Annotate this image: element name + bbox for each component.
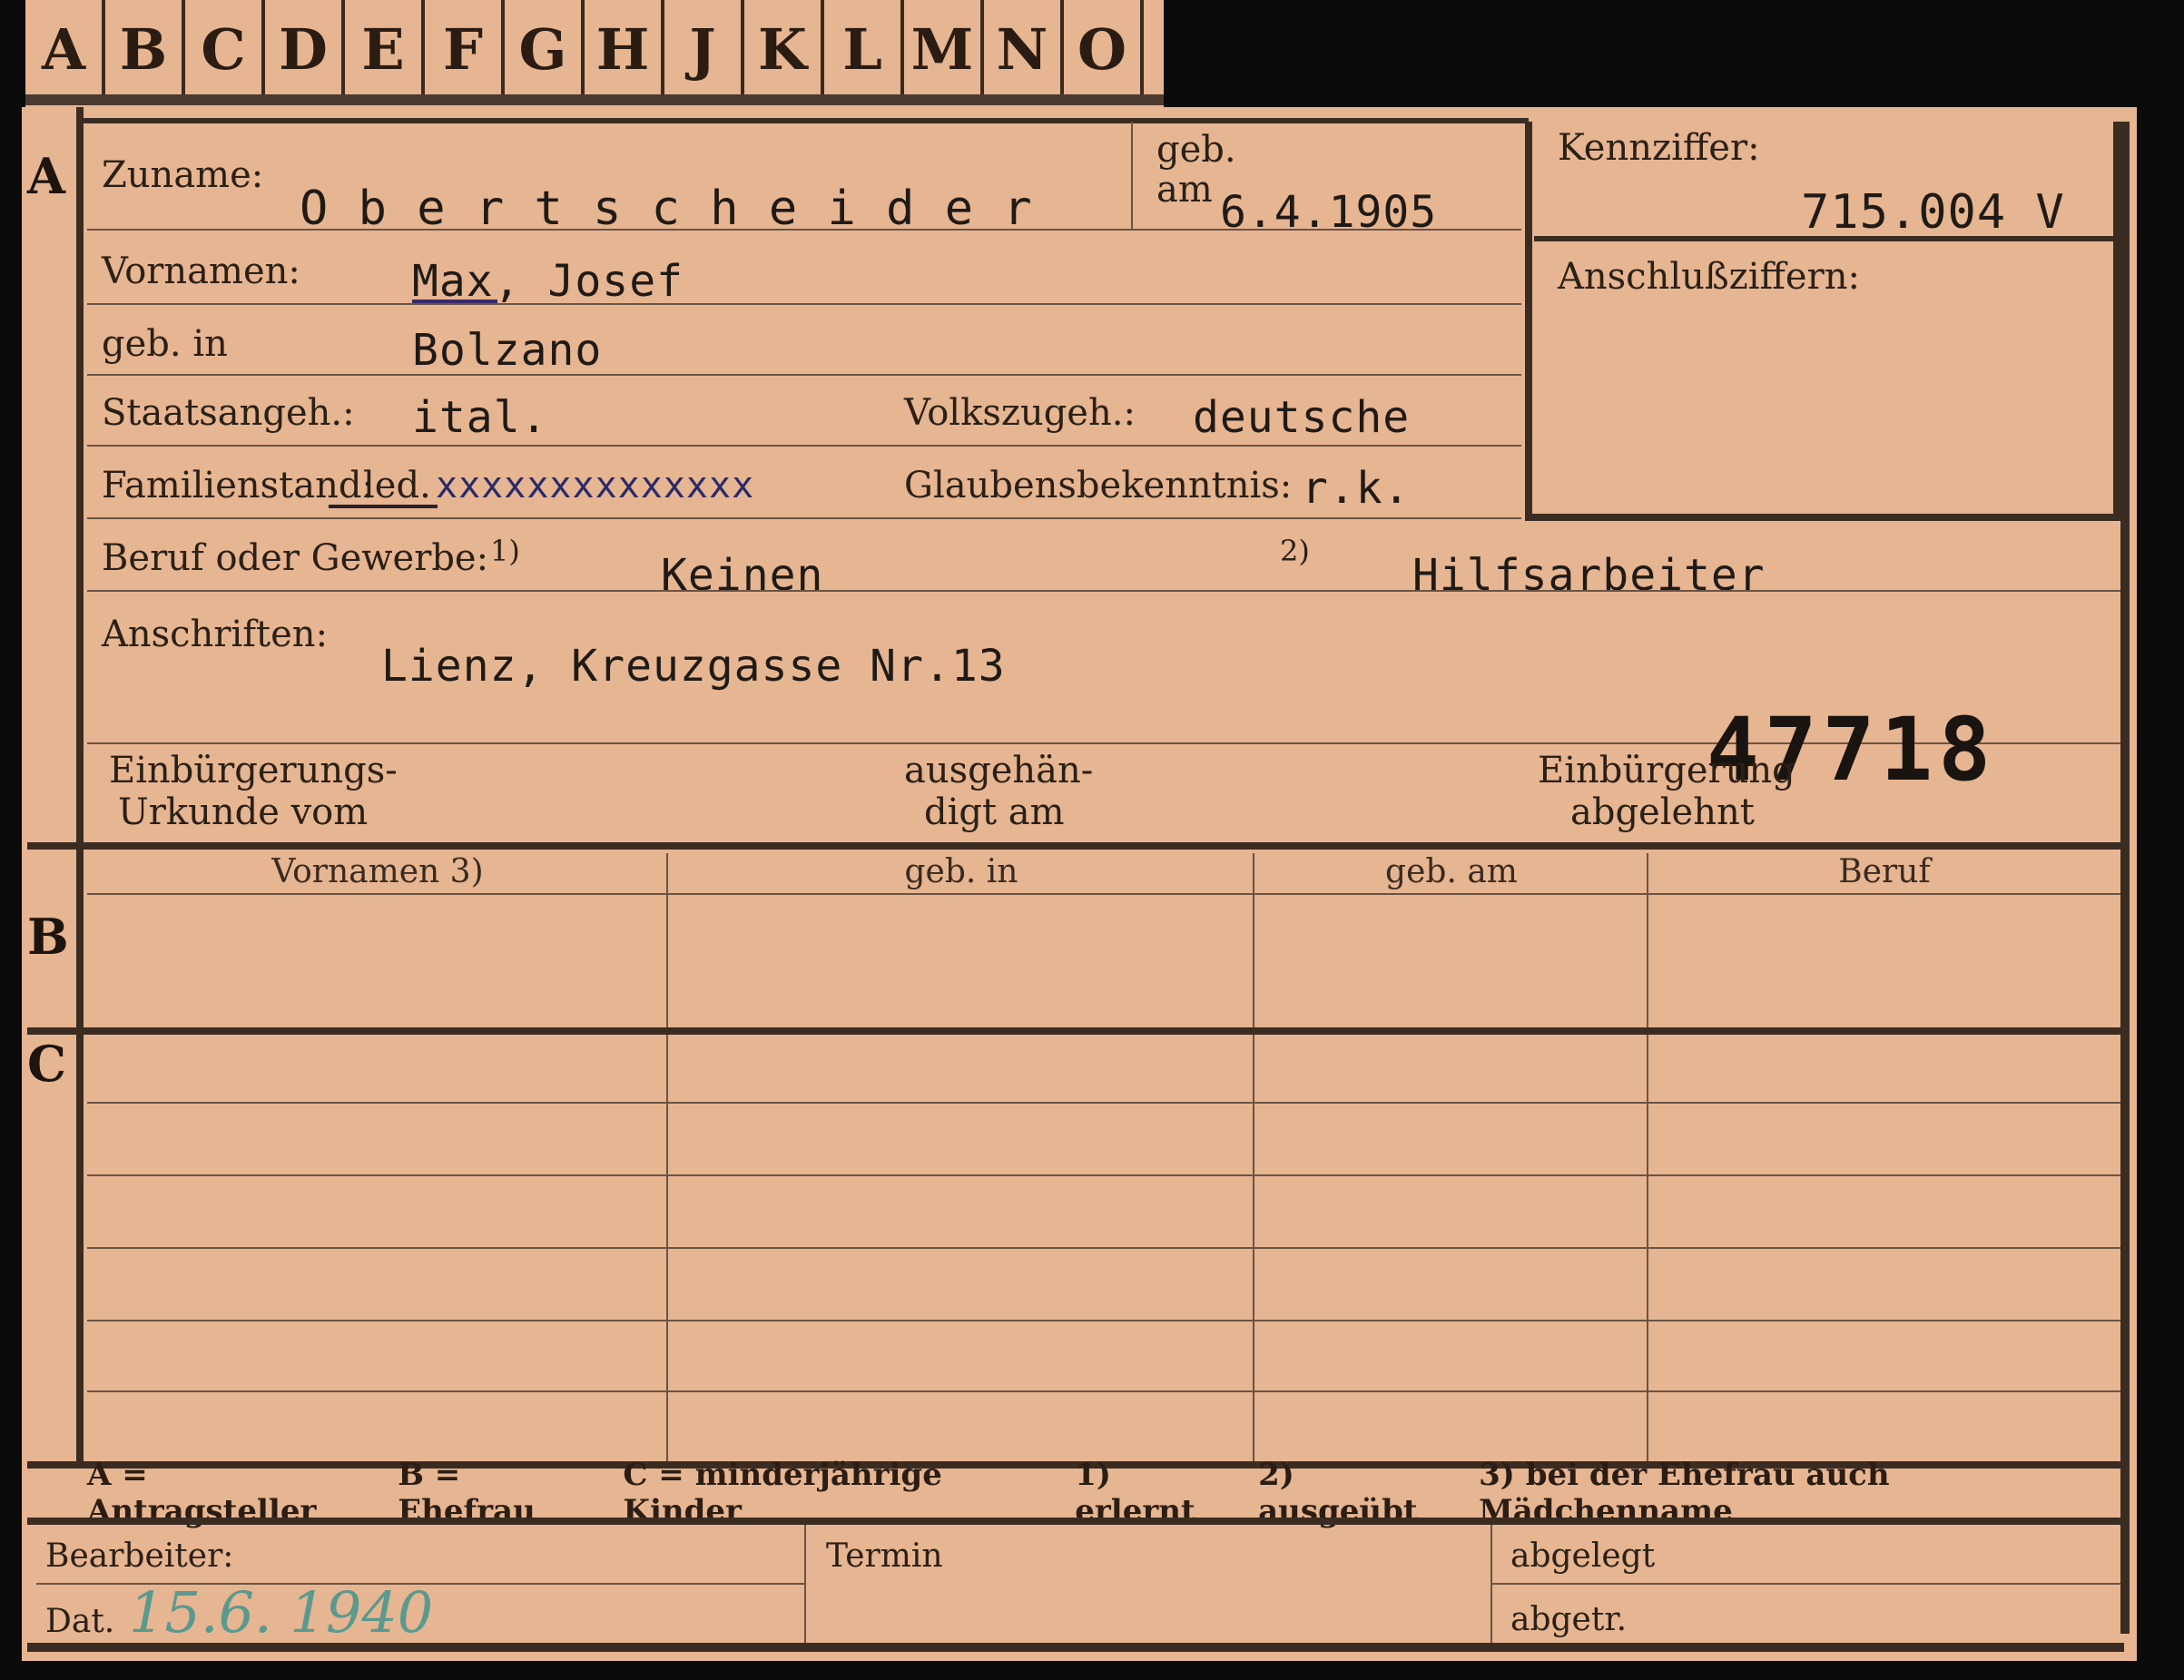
col-head-geb-am: geb. am <box>1385 853 1518 890</box>
c-row-rule-5 <box>87 1390 2120 1392</box>
anschriften-value: Lienz, Kreuzgasse Nr.13 <box>381 641 1006 692</box>
c-row-rule-4 <box>87 1320 2120 1321</box>
section-c-letter: C <box>27 1035 66 1093</box>
tab-j: J <box>664 0 744 98</box>
col-divider-3 <box>1647 853 1648 1463</box>
staatsangeh-value: ital. <box>412 392 548 443</box>
tab-m: M <box>904 0 984 98</box>
volkszugeh-label: Volkszugeh.: <box>904 392 1136 434</box>
c-row-rule-1 <box>87 1102 2120 1104</box>
index-tabs: A B C D E F G H J K L M N O <box>25 0 1164 107</box>
dat-label: Dat. <box>45 1603 115 1640</box>
zuname-value: O b e r t s c h e i d e r <box>300 182 1033 236</box>
familienstand-underline <box>329 505 438 508</box>
zuname-divider <box>1131 122 1133 229</box>
glaube-label: Glaubensbekenntnis: <box>904 465 1293 506</box>
zuname-label: Zuname: <box>102 154 264 196</box>
legend-bottom-rule <box>27 1518 2124 1525</box>
section-a-letter: A <box>27 147 65 205</box>
section-b-letter: B <box>27 908 69 966</box>
tab-h: H <box>585 0 664 98</box>
col-divider-1 <box>666 853 668 1463</box>
beruf-mark-1: 1) <box>490 534 520 568</box>
tab-k: K <box>744 0 824 98</box>
row-rule-1 <box>87 229 1521 231</box>
tab-d: D <box>265 0 345 98</box>
c-row-rule-3 <box>87 1247 2120 1249</box>
abgelegt-rule <box>1490 1583 2120 1585</box>
col-head-vornamen: Vornamen 3) <box>271 853 484 890</box>
footer-divider-1 <box>804 1525 806 1645</box>
einb-urkunde-2: Urkunde vom <box>118 791 369 833</box>
row-rule-6 <box>87 590 2120 592</box>
familienstand-label: Familienstand: <box>102 465 374 506</box>
kennziffer-label: Kennziffer: <box>1558 127 1760 169</box>
col-divider-2 <box>1253 853 1254 1463</box>
volkszugeh-value: deutsche <box>1193 392 1411 443</box>
tab-o: O <box>1064 0 1144 98</box>
geb-in-value: Bolzano <box>412 325 603 376</box>
beruf-label: Beruf oder Gewerbe: <box>102 537 489 579</box>
dat-value: 15.6. 1940 <box>129 1579 434 1646</box>
row-rule-2 <box>87 303 1521 305</box>
glaube-value: r.k. <box>1302 463 1411 514</box>
right-frame <box>2120 122 2130 1634</box>
c-row-rule-2 <box>87 1174 2120 1176</box>
col-head-geb-in: geb. in <box>904 853 1018 890</box>
tab-a: A <box>25 0 105 98</box>
tab-g: G <box>505 0 585 98</box>
einb-abgelehnt-2: abgelehnt <box>1570 791 1755 833</box>
row-rule-4 <box>87 445 1521 447</box>
anschriften-label: Anschriften: <box>102 614 329 655</box>
ausgeh-1: ausgehän- <box>904 750 1094 791</box>
bearbeiter-label: Bearbeiter: <box>45 1538 234 1575</box>
row-rule-5 <box>87 517 1521 519</box>
kennziffer-box <box>1525 122 2120 521</box>
section-bc-rule <box>27 1027 2124 1035</box>
legend: A = Antragsteller B = Ehefrau C = minder… <box>54 1457 2124 1529</box>
table-head-rule <box>87 893 2120 895</box>
tab-c: C <box>185 0 265 98</box>
staatsangeh-label: Staatsangeh.: <box>102 392 355 434</box>
kennziffer-value: 715.004 V <box>1801 185 2065 240</box>
tab-e: E <box>345 0 425 98</box>
left-frame <box>76 107 84 1469</box>
tab-l: L <box>824 0 904 98</box>
anschluss-label: Anschlußziffern: <box>1558 256 1860 298</box>
tab-n: N <box>984 0 1064 98</box>
row-rule-3 <box>87 374 1521 376</box>
beruf-mark-2: 2) <box>1280 534 1310 568</box>
beruf-value-2: Hilfsarbeiter <box>1412 550 1766 601</box>
tab-f: F <box>425 0 505 98</box>
familienstand-value: led. <box>363 465 431 506</box>
geb-in-label: geb. in <box>102 323 228 365</box>
ausgeh-2: digt am <box>924 791 1065 833</box>
einb-abgelehnt-1: Einbürgerung <box>1538 750 1795 791</box>
col-head-beruf: Beruf <box>1838 853 1931 890</box>
einb-urkunde-1: Einbürgerungs- <box>109 750 398 791</box>
footer-divider-2 <box>1490 1525 1492 1645</box>
geb-am-label-2: am <box>1156 169 1213 211</box>
geb-am-label-1: geb. <box>1156 129 1236 171</box>
vornamen-label: Vornamen: <box>102 251 300 292</box>
termin-label: Termin <box>826 1538 943 1575</box>
familienstand-struck: xxxxxxxxxxxxxx <box>436 465 755 506</box>
abgetr-label: abgetr. <box>1510 1601 1628 1638</box>
tab-b: B <box>105 0 185 98</box>
top-frame <box>76 118 1529 123</box>
tabs-rule <box>25 94 1164 105</box>
bottom-frame <box>27 1643 2124 1652</box>
beruf-value-1: Keinen <box>661 550 824 601</box>
section-ab-rule <box>27 842 2124 850</box>
abgelegt-label: abgelegt <box>1510 1538 1656 1575</box>
